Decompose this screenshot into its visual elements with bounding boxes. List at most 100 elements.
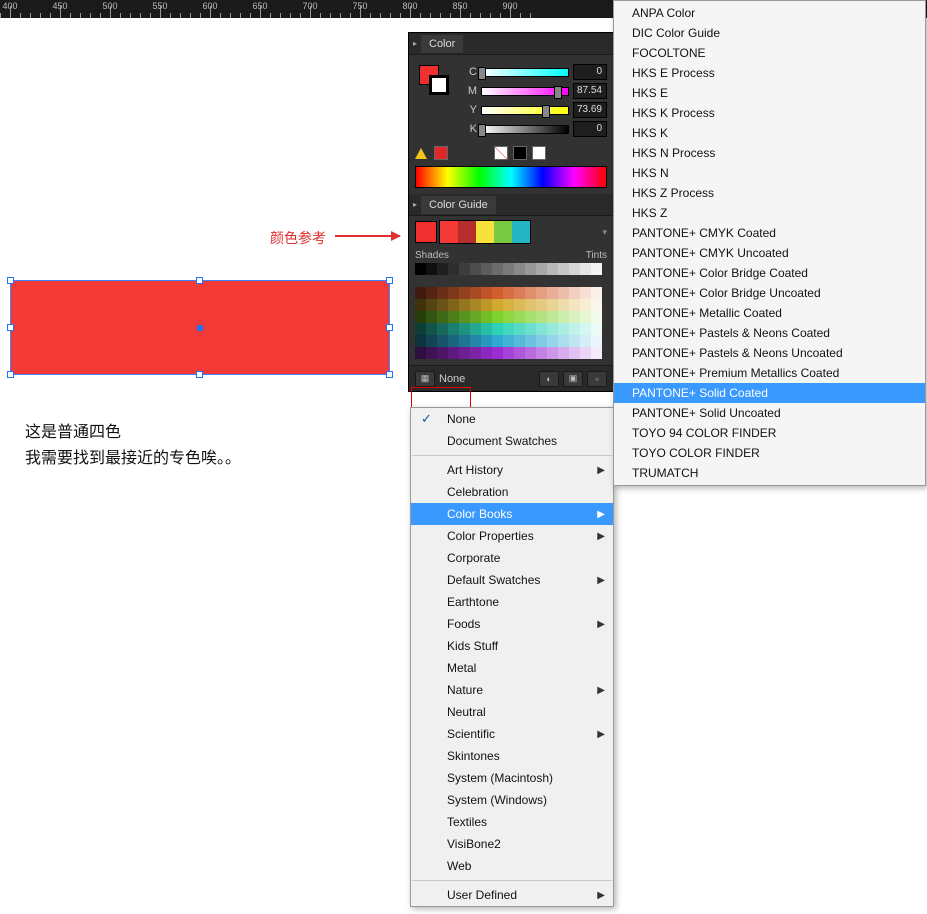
shade-cell[interactable]	[503, 275, 514, 287]
shade-cell[interactable]	[492, 311, 503, 323]
shade-cell[interactable]	[437, 347, 448, 359]
menu-item[interactable]: Default Swatches▶	[411, 569, 613, 591]
shade-cell[interactable]	[459, 275, 470, 287]
shade-cell[interactable]	[448, 347, 459, 359]
submenu-item[interactable]: PANTONE+ Metallic Coated	[614, 303, 925, 323]
shade-cell[interactable]	[569, 311, 580, 323]
resize-handle-se[interactable]	[386, 371, 393, 378]
none-swatch[interactable]	[494, 146, 508, 160]
save-group-button[interactable]: ▣	[563, 371, 583, 387]
color-spectrum[interactable]	[415, 166, 607, 188]
resize-handle-w[interactable]	[7, 324, 14, 331]
shade-cell[interactable]	[448, 263, 459, 275]
shade-cell[interactable]	[547, 263, 558, 275]
submenu-item[interactable]: HKS Z Process	[614, 183, 925, 203]
shade-cell[interactable]	[514, 347, 525, 359]
shade-cell[interactable]	[415, 275, 426, 287]
shade-cell[interactable]	[514, 287, 525, 299]
shade-cell[interactable]	[536, 263, 547, 275]
shade-cell[interactable]	[558, 323, 569, 335]
slider-value[interactable]: 73.69	[573, 102, 607, 118]
color-guide-tab[interactable]: Color Guide	[421, 196, 496, 214]
gamut-swatch[interactable]	[434, 146, 448, 160]
submenu-item[interactable]: PANTONE+ Solid Uncoated	[614, 403, 925, 423]
slider-track[interactable]	[481, 125, 569, 134]
shade-cell[interactable]	[459, 347, 470, 359]
shade-cell[interactable]	[492, 275, 503, 287]
harmony-swatch[interactable]	[476, 221, 494, 243]
submenu-item[interactable]: TOYO 94 COLOR FINDER	[614, 423, 925, 443]
shade-cell[interactable]	[415, 299, 426, 311]
shade-cell[interactable]	[580, 263, 591, 275]
shade-cell[interactable]	[514, 335, 525, 347]
shade-cell[interactable]	[525, 335, 536, 347]
menu-item[interactable]: Corporate	[411, 547, 613, 569]
shade-cell[interactable]	[481, 323, 492, 335]
menu-item[interactable]: Celebration	[411, 481, 613, 503]
submenu-item[interactable]: HKS N Process	[614, 143, 925, 163]
resize-handle-sw[interactable]	[7, 371, 14, 378]
submenu-item[interactable]: DIC Color Guide	[614, 23, 925, 43]
shade-cell[interactable]	[503, 335, 514, 347]
new-group-button[interactable]: ▫	[587, 371, 607, 387]
shade-cell[interactable]	[415, 323, 426, 335]
shade-cell[interactable]	[536, 335, 547, 347]
menu-item[interactable]: Web	[411, 855, 613, 877]
shade-cell[interactable]	[470, 299, 481, 311]
shade-cell[interactable]	[569, 347, 580, 359]
shade-cell[interactable]	[580, 275, 591, 287]
shade-cell[interactable]	[591, 335, 602, 347]
shade-cell[interactable]	[591, 263, 602, 275]
dropdown-icon[interactable]: ▾	[602, 227, 607, 238]
resize-handle-ne[interactable]	[386, 277, 393, 284]
shade-cell[interactable]	[569, 275, 580, 287]
shade-cell[interactable]	[426, 263, 437, 275]
shade-cell[interactable]	[547, 311, 558, 323]
shade-cell[interactable]	[426, 347, 437, 359]
submenu-item[interactable]: PANTONE+ CMYK Uncoated	[614, 243, 925, 263]
shade-cell[interactable]	[514, 299, 525, 311]
resize-handle-nw[interactable]	[7, 277, 14, 284]
submenu-item[interactable]: HKS Z	[614, 203, 925, 223]
shade-cell[interactable]	[448, 299, 459, 311]
shade-cell[interactable]	[547, 275, 558, 287]
menu-item[interactable]: Skintones	[411, 745, 613, 767]
shade-cell[interactable]	[503, 287, 514, 299]
shade-cell[interactable]	[525, 311, 536, 323]
shade-cell[interactable]	[514, 275, 525, 287]
shade-cell[interactable]	[503, 299, 514, 311]
shade-cell[interactable]	[591, 311, 602, 323]
shade-cell[interactable]	[415, 347, 426, 359]
shade-cell[interactable]	[503, 323, 514, 335]
submenu-item[interactable]: PANTONE+ Color Bridge Uncoated	[614, 283, 925, 303]
edit-colors-button[interactable]: ◐	[539, 371, 559, 387]
submenu-item[interactable]: HKS N	[614, 163, 925, 183]
shade-cell[interactable]	[547, 323, 558, 335]
shade-cell[interactable]	[558, 347, 569, 359]
shade-cell[interactable]	[580, 347, 591, 359]
base-color-swatch[interactable]	[415, 221, 437, 243]
shade-cell[interactable]	[459, 335, 470, 347]
slider-value[interactable]: 0	[573, 64, 607, 80]
shade-cell[interactable]	[503, 347, 514, 359]
shade-cell[interactable]	[492, 323, 503, 335]
warning-icon[interactable]	[415, 148, 427, 159]
slider-thumb[interactable]	[478, 124, 486, 137]
submenu-item[interactable]: HKS K	[614, 123, 925, 143]
shade-cell[interactable]	[580, 311, 591, 323]
shade-cell[interactable]	[558, 311, 569, 323]
fill-stroke-proxy[interactable]	[415, 61, 451, 97]
shade-cell[interactable]	[459, 323, 470, 335]
color-books-submenu[interactable]: ANPA ColorDIC Color GuideFOCOLTONEHKS E …	[613, 0, 926, 486]
shade-cell[interactable]	[437, 287, 448, 299]
slider-value[interactable]: 0	[573, 121, 607, 137]
shade-cell[interactable]	[525, 275, 536, 287]
shade-cell[interactable]	[558, 299, 569, 311]
submenu-item[interactable]: PANTONE+ Premium Metallics Coated	[614, 363, 925, 383]
shade-cell[interactable]	[448, 311, 459, 323]
menu-item[interactable]: System (Windows)	[411, 789, 613, 811]
shade-cell[interactable]	[459, 263, 470, 275]
shade-cell[interactable]	[536, 311, 547, 323]
shade-cell[interactable]	[448, 323, 459, 335]
slider-thumb[interactable]	[554, 86, 562, 99]
